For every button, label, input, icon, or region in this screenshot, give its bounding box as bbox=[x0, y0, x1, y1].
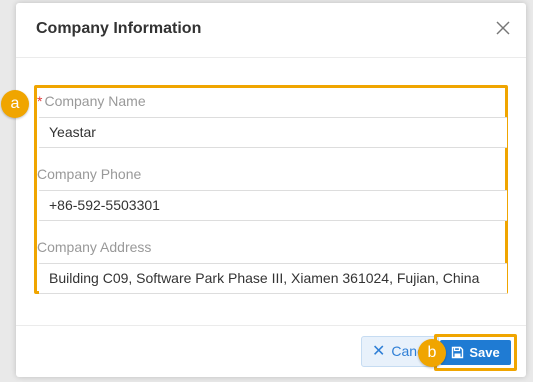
save-button[interactable]: Save bbox=[440, 340, 511, 365]
x-icon: ✕ bbox=[372, 343, 386, 360]
dialog-title: Company Information bbox=[36, 20, 202, 37]
company-fields-highlight: * Company Name Yeastar Company Phone +86-… bbox=[34, 85, 508, 294]
callout-marker-b: b bbox=[418, 339, 446, 367]
dialog-header: Company Information bbox=[16, 3, 526, 58]
save-button-label: Save bbox=[469, 345, 500, 360]
required-mark: * bbox=[37, 93, 43, 109]
company-name-input[interactable]: Yeastar bbox=[39, 117, 507, 148]
company-name-label: * Company Name bbox=[37, 93, 146, 109]
close-icon bbox=[496, 21, 510, 35]
company-information-dialog: Company Information * Company Name Yeasta… bbox=[16, 3, 526, 377]
company-phone-label: Company Phone bbox=[37, 166, 142, 182]
company-address-label: Company Address bbox=[37, 239, 152, 255]
floppy-disk-icon bbox=[452, 346, 464, 359]
callout-marker-a: a bbox=[1, 90, 29, 118]
company-name-label-text: Company Name bbox=[44, 93, 146, 109]
company-address-input[interactable]: Building C09, Software Park Phase III, X… bbox=[39, 263, 507, 294]
company-phone-input[interactable]: +86-592-5503301 bbox=[39, 190, 507, 221]
close-button[interactable] bbox=[496, 21, 512, 37]
save-button-highlight: Save bbox=[434, 334, 517, 371]
